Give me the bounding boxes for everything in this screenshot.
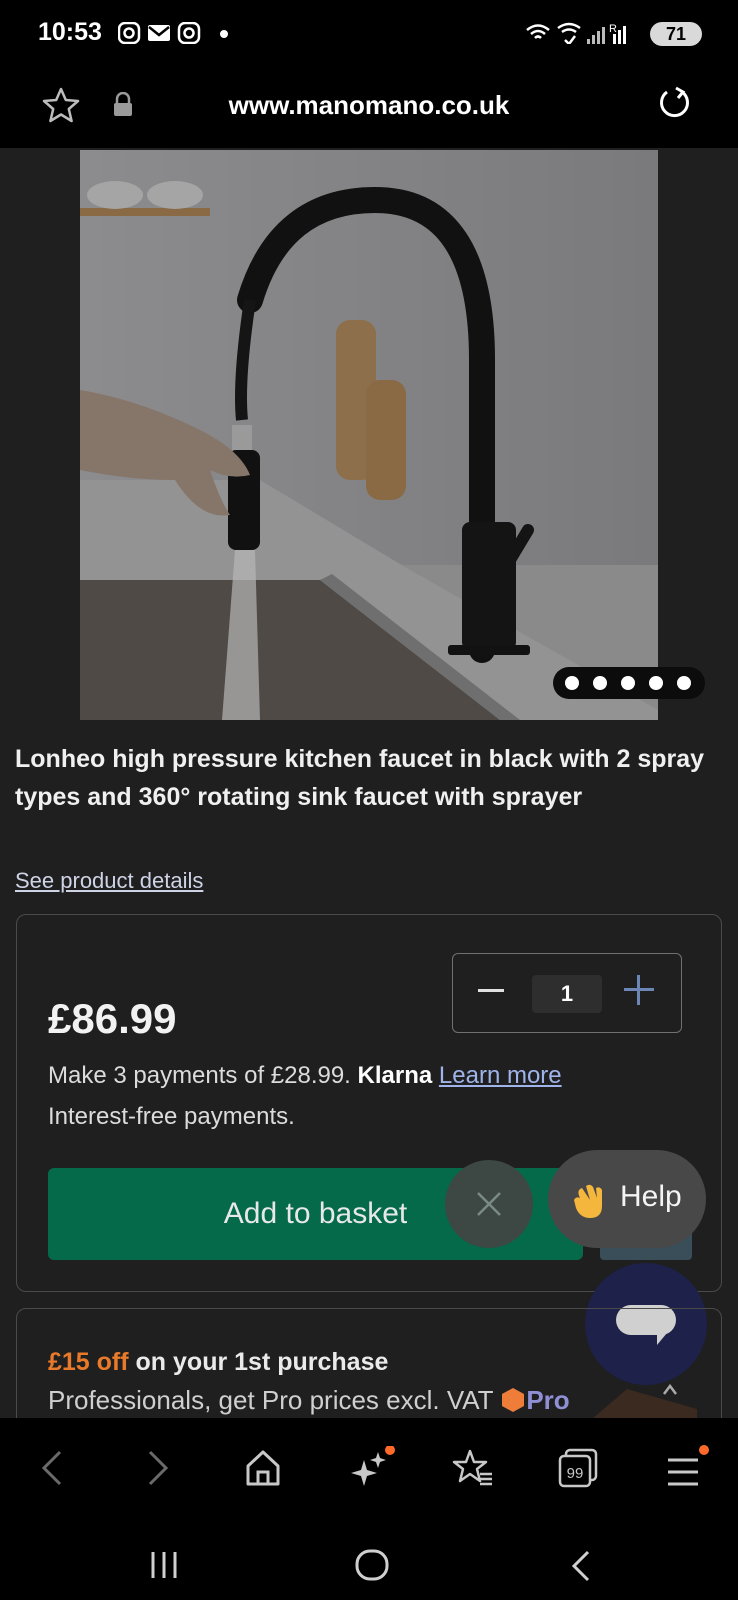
home-icon[interactable]: [244, 1448, 282, 1488]
klarna-text: Make 3 payments of £28.99.: [48, 1062, 351, 1089]
klarna-logo: Klarna: [357, 1062, 433, 1089]
wifi-icon: [526, 24, 550, 39]
menu-icon[interactable]: [664, 1444, 710, 1492]
promo-amount: £15 off: [48, 1348, 129, 1376]
close-icon: [477, 1192, 501, 1216]
carousel-dot[interactable]: [621, 676, 635, 690]
faucet-photo: [80, 150, 658, 720]
sparkle-icon[interactable]: [348, 1446, 396, 1490]
carousel-dot[interactable]: [677, 676, 691, 690]
status-time: 10:53: [38, 18, 102, 46]
product-price: £86.99: [48, 995, 177, 1042]
quantity-decrease-button[interactable]: [478, 975, 504, 1013]
minus-icon: [478, 989, 504, 992]
promo-chevron-icon[interactable]: [660, 1380, 680, 1400]
carousel-dot[interactable]: [593, 676, 607, 690]
notification-badge: [699, 1445, 709, 1455]
signal-icon: [587, 27, 605, 44]
tabs-icon[interactable]: 99: [556, 1446, 602, 1490]
see-product-details-link[interactable]: See product details: [15, 868, 203, 894]
carousel-dot[interactable]: [649, 676, 663, 690]
mail-icon: [148, 25, 170, 41]
roaming-signal-icon: R: [609, 23, 626, 44]
interest-free-text: Interest-free payments.: [48, 1103, 295, 1130]
recents-icon[interactable]: [148, 1550, 182, 1580]
status-notification-icons: [118, 22, 228, 44]
reload-icon[interactable]: [656, 86, 692, 122]
promo-subtitle-text: Professionals, get Pro prices excl. VAT: [48, 1385, 494, 1415]
promo-title: £15 off on your 1st purchase: [48, 1348, 388, 1377]
status-system-icons: R: [526, 22, 626, 44]
pro-label: Pro: [526, 1385, 570, 1415]
product-title: Lonheo high pressure kitchen faucet in b…: [15, 745, 705, 811]
help-button[interactable]: Help: [548, 1150, 706, 1248]
tabs-count: 99: [567, 1465, 584, 1482]
url-text[interactable]: www.manomano.co.uk: [0, 90, 738, 121]
promo-title-rest: on your 1st purchase: [128, 1348, 389, 1376]
product-image[interactable]: [80, 150, 658, 720]
quantity-value[interactable]: 1: [532, 975, 602, 1013]
forward-icon[interactable]: [144, 1448, 172, 1488]
image-carousel-dots[interactable]: [553, 667, 705, 699]
promo-subtitle: Professionals, get Pro prices excl. VAT …: [48, 1385, 570, 1416]
pro-badge-icon: [502, 1388, 525, 1412]
svg-text:R: R: [609, 23, 617, 35]
notification-dot-icon: [220, 30, 228, 38]
carousel-dot[interactable]: [565, 676, 579, 690]
back-icon[interactable]: [38, 1448, 66, 1488]
notification-badge: [385, 1446, 395, 1455]
instagram-icon-2: [177, 22, 201, 44]
wifi-calling-icon: [557, 22, 581, 44]
instagram-icon: [118, 22, 141, 44]
system-navigation-bar: [0, 1528, 738, 1600]
battery-icon: 71: [650, 22, 702, 46]
home-circle-icon[interactable]: [354, 1548, 390, 1582]
waving-hand-icon: [574, 1184, 602, 1218]
plus-icon: [624, 975, 654, 1005]
close-help-button[interactable]: [445, 1160, 533, 1248]
system-back-icon[interactable]: [566, 1548, 594, 1584]
browser-toolbar: 99: [0, 1418, 738, 1528]
favorites-icon[interactable]: [452, 1448, 494, 1488]
klarna-installments: Make 3 payments of £28.99. Klarna Learn …: [48, 1062, 562, 1090]
klarna-learn-more-link[interactable]: Learn more: [439, 1062, 562, 1089]
help-label: Help: [620, 1180, 682, 1213]
quantity-increase-button[interactable]: [624, 972, 654, 1014]
